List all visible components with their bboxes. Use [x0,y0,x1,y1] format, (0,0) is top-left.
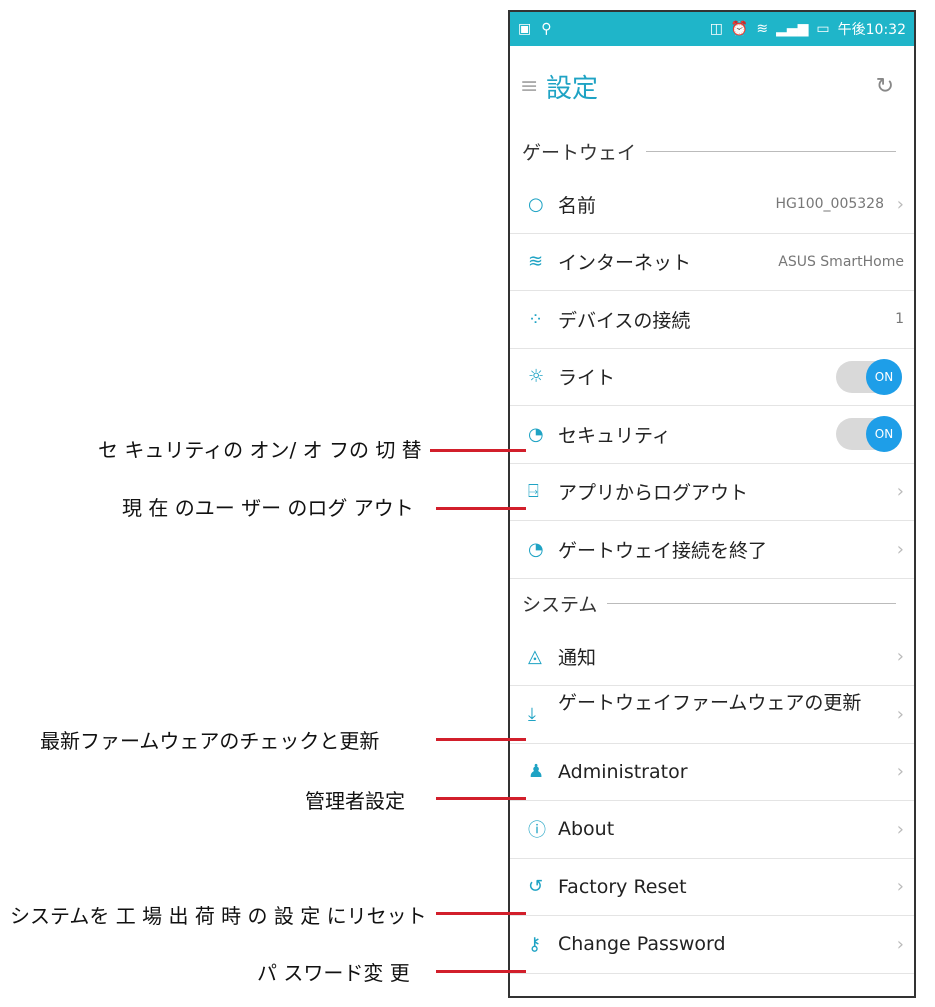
callout-line-password [436,970,526,973]
callout-line-security [430,449,526,452]
annotation-security-toggle: セ キュリティの オン/ オ フの 切 替 [98,438,422,462]
app-bar: ≡ 設定 ↻ [510,46,914,126]
callout-line-admin [436,797,526,800]
sun-icon: ☼ [528,366,545,388]
chevron-right-icon: › [896,481,904,503]
annotation-admin: 管理者設定 [305,789,405,813]
battery-icon: ▭ [816,21,830,37]
phone-screen: ▣ ⚲ ◫ ⏰ ≋ ▂▄▆ ▭ 午後10:32 ≡ 設定 ↻ ゲートウェイ ○ … [508,10,916,998]
info-icon: ⓘ [528,820,546,842]
settings-row-internet[interactable]: ≋ インターネット ASUS SmartHome [510,234,914,291]
annotation-factory-reset: システムを 工 場 出 荷 時 の 設 定 にリセット [10,904,427,928]
security-icon: ◔ [528,423,544,445]
alarm-icon: ⏰ [730,21,749,37]
annotation-password: パ スワード変 更 [257,961,410,985]
download-icon: ⤓ [528,703,536,725]
settings-row-administrator[interactable]: ♟ Administrator › [510,744,914,801]
signal-icon: ▂▄▆ [776,21,809,37]
settings-row-device-connections[interactable]: ⁘ デバイスの接続 1 [510,291,914,349]
callout-line-logout [436,507,526,510]
usb-icon: ⚲ [541,21,552,37]
settings-row-notifications[interactable]: ◬ 通知 › [510,629,914,686]
refresh-icon[interactable]: ↻ [876,74,904,99]
vibrate-icon: ◫ [709,21,723,37]
light-toggle[interactable]: ON [836,358,902,395]
logout-icon: ⍈ [528,481,539,503]
security-toggle[interactable]: ON [836,416,902,453]
callout-line-firmware [436,738,526,741]
status-bar: ▣ ⚲ ◫ ⏰ ≋ ▂▄▆ ▭ 午後10:32 [510,12,914,46]
chevron-right-icon: › [896,538,904,560]
chevron-right-icon: › [896,703,904,725]
settings-row-change-password[interactable]: ⚷ Change Password › [510,916,914,974]
settings-row-light: ☼ ライト ON [510,349,914,406]
status-time: 午後10:32 [837,22,906,38]
settings-row-about[interactable]: ⓘ About › [510,801,914,859]
chevron-right-icon: › [896,876,904,898]
callout-line-factory-reset [436,912,526,915]
chevron-right-icon: › [896,646,904,668]
disconnect-icon: ◔ [528,538,544,560]
admin-icon: ♟ [528,761,545,783]
devices-icon: ⁘ [528,308,544,330]
chevron-right-icon: › [896,193,904,215]
settings-row-firmware-update[interactable]: ⤓ ゲートウェイファームウェアの更新 › [510,686,914,744]
wifi-status-icon: ≋ [756,21,769,37]
chevron-right-icon: › [896,761,904,783]
section-header-gateway: ゲートウェイ [510,126,914,176]
chevron-right-icon: › [896,933,904,955]
key-icon: ⚷ [528,933,542,955]
page-title: 設定 [546,73,599,104]
settings-row-logout[interactable]: ⍈ アプリからログアウト › [510,464,914,521]
hamburger-menu-icon[interactable]: ≡ [520,74,546,99]
image-notification-icon: ▣ [518,21,532,37]
wifi-icon: ≋ [528,251,544,273]
settings-row-name[interactable]: ○ 名前 HG100_005328 › [510,176,914,234]
settings-row-disconnect-gateway[interactable]: ◔ ゲートウェイ接続を終了 › [510,521,914,579]
annotation-firmware: 最新ファームウェアのチェックと更新 [40,729,380,753]
section-header-system: システム [510,579,914,629]
settings-row-factory-reset[interactable]: ↺ Factory Reset › [510,859,914,916]
bell-icon: ◬ [528,646,542,668]
settings-row-security: ◔ セキュリティ ON [510,406,914,464]
chevron-right-icon: › [896,818,904,840]
circle-icon: ○ [528,193,544,215]
annotation-logout: 現 在 のユー ザー のログ アウト [122,496,414,520]
reset-icon: ↺ [528,876,544,898]
